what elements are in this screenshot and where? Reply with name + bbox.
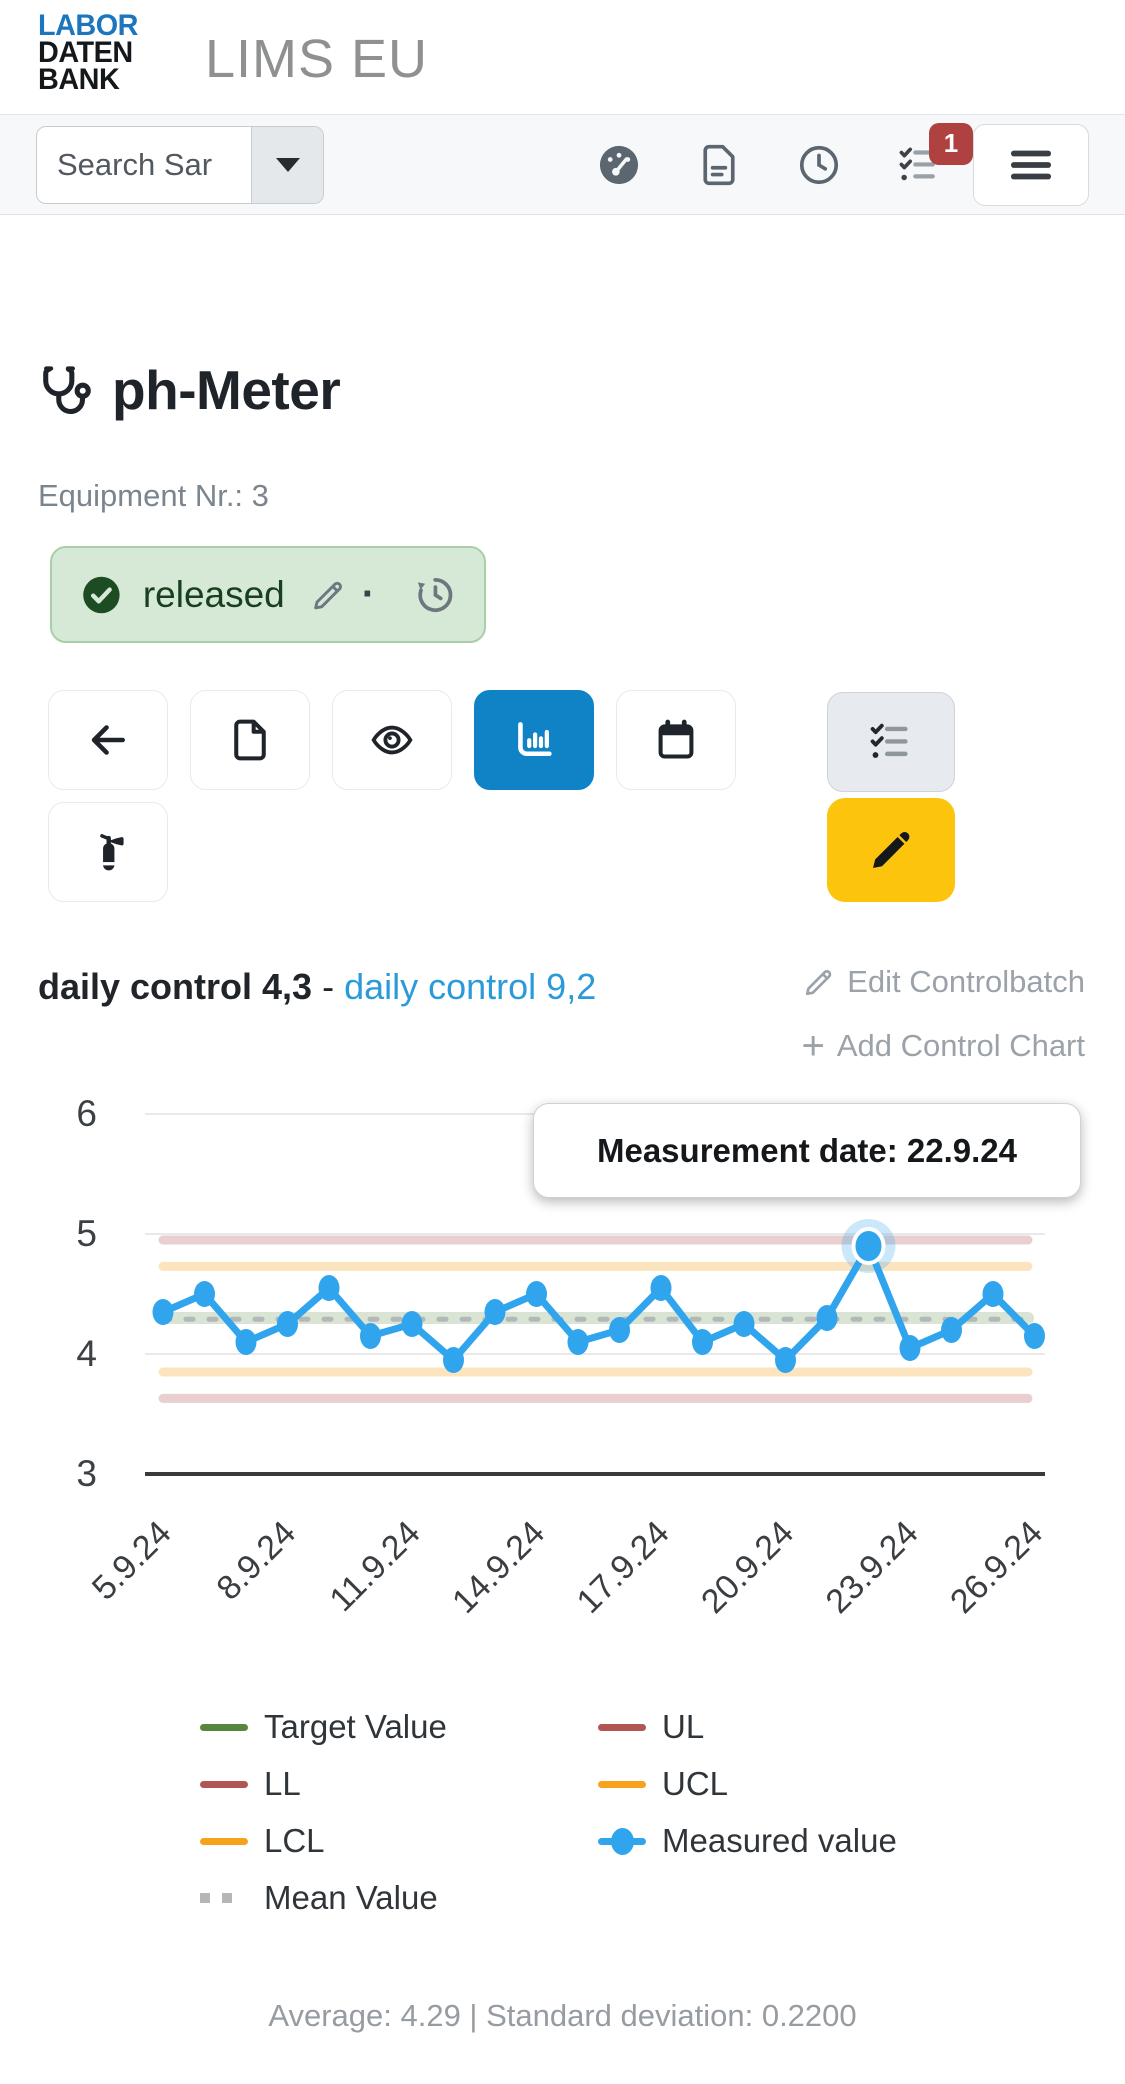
legend-item[interactable]: Mean Value [200, 1878, 447, 1918]
pencil-fill-icon [867, 826, 915, 874]
edit-controlbatch-label: Edit Controlbatch [847, 964, 1085, 1000]
legend-label: UCL [662, 1765, 728, 1803]
legend-item[interactable]: LL [200, 1764, 447, 1804]
caret-down-icon [276, 158, 300, 172]
legend-label: Measured value [662, 1822, 897, 1860]
app-header: LABOR DATEN BANK LIMS EU [0, 0, 1125, 115]
svg-text:3: 3 [76, 1453, 97, 1494]
view-button[interactable] [332, 690, 452, 790]
hamburger-icon [1007, 141, 1055, 189]
toolbar: 1 [0, 115, 1125, 215]
controlbatch-name: daily control 4,3 [38, 966, 312, 1007]
svg-text:5.9.24: 5.9.24 [85, 1514, 179, 1608]
back-button[interactable] [48, 690, 168, 790]
check-circle-icon [80, 573, 123, 617]
legend-column-2: UL UCL Measured value [598, 1707, 897, 1878]
legend-item[interactable]: LCL [200, 1821, 447, 1861]
action-button-row [48, 690, 736, 790]
chart-tooltip-text: Measurement date: 22.9.24 [597, 1132, 1017, 1170]
legend-label: Mean Value [264, 1879, 438, 1917]
edit-button[interactable] [827, 798, 955, 902]
status-badge: released · [50, 546, 486, 643]
equipment-number: Equipment Nr.: 3 [38, 478, 269, 514]
controlbatch-title: daily control 4,3 - daily control 9,2 [38, 966, 596, 1008]
document-icon[interactable] [697, 143, 741, 187]
page: LABOR DATEN BANK LIMS EU [0, 0, 1125, 2084]
fire-extinguisher-button[interactable] [48, 802, 168, 902]
legend-swatch [200, 1724, 248, 1731]
add-control-chart-link[interactable]: + Add Control Chart [802, 1024, 1085, 1068]
document-button[interactable] [190, 690, 310, 790]
pencil-icon [803, 966, 835, 998]
status-label: released [143, 574, 285, 616]
calendar-icon [654, 718, 698, 762]
legend-item[interactable]: Measured value [598, 1821, 897, 1861]
control-chart-button[interactable] [474, 690, 594, 790]
checklist-icon [868, 719, 914, 765]
page-title: ph-Meter [112, 358, 340, 422]
legend-swatch [200, 1838, 248, 1845]
controlbatch-separator: - [312, 966, 344, 1007]
svg-text:26.9.24: 26.9.24 [943, 1514, 1050, 1621]
chart-tooltip: Measurement date: 22.9.24 [533, 1103, 1081, 1198]
arrow-left-icon [86, 718, 130, 762]
chart-stats: Average: 4.29 | Standard deviation: 0.22… [0, 1998, 1125, 2034]
right-button-column [827, 692, 955, 902]
edit-controlbatch-link[interactable]: Edit Controlbatch [802, 960, 1085, 1004]
plus-icon: + [802, 1030, 825, 1062]
dashboard-gauge-icon[interactable] [597, 143, 641, 187]
logo-line-3: BANK [38, 66, 138, 93]
legend-label: LCL [264, 1822, 325, 1860]
controlbatch-actions: Edit Controlbatch + Add Control Chart [802, 960, 1085, 1068]
control-chart: 6 5 4 3 5.9.24 8.9.2411.9.2414.9.2417.9.2420.… [0, 1085, 1125, 1665]
app-title: LIMS EU [205, 28, 428, 90]
calendar-button[interactable] [616, 690, 736, 790]
notification-badge[interactable]: 1 [929, 123, 973, 165]
legend-label: Target Value [264, 1708, 447, 1746]
tasks-checklist-icon[interactable]: 1 [897, 143, 941, 187]
bar-chart-icon [512, 718, 556, 762]
legend-label: UL [662, 1708, 704, 1746]
search-group [36, 126, 324, 204]
legend-swatch [598, 1838, 646, 1845]
legend-item[interactable]: Target Value [200, 1707, 447, 1747]
svg-text:20.9.24: 20.9.24 [694, 1514, 801, 1621]
legend-item[interactable]: UCL [598, 1764, 897, 1804]
svg-text:17.9.24: 17.9.24 [570, 1514, 677, 1621]
svg-text:8.9.24: 8.9.24 [209, 1514, 303, 1608]
edit-status-pencil-icon[interactable] [311, 577, 346, 613]
legend-swatch [598, 1724, 646, 1731]
add-control-chart-label: Add Control Chart [837, 1028, 1085, 1064]
svg-text:4: 4 [76, 1333, 97, 1374]
search-dropdown-button[interactable] [251, 127, 323, 203]
controlbatch-link[interactable]: daily control 9,2 [344, 966, 596, 1007]
labordatenbank-logo: LABOR DATEN BANK [38, 12, 138, 93]
stethoscope-icon [38, 361, 96, 419]
legend-swatch [200, 1893, 248, 1903]
logo-line-2: DATEN [38, 39, 138, 66]
eye-icon [370, 718, 414, 762]
status-separator: · [362, 572, 375, 617]
legend-swatch [598, 1781, 646, 1788]
toolbar-icons: 1 [597, 143, 941, 187]
logo-line-1: LABOR [38, 12, 138, 39]
legend-column-1: Target Value LL LCL Mean Value [200, 1707, 447, 1935]
svg-text:11.9.24: 11.9.24 [322, 1514, 427, 1619]
search-input[interactable] [37, 127, 251, 203]
legend-label: LL [264, 1765, 301, 1803]
hamburger-menu-button[interactable] [973, 124, 1089, 206]
page-title-row: ph-Meter [38, 358, 340, 422]
svg-text:14.9.24: 14.9.24 [445, 1514, 552, 1621]
legend-swatch [200, 1781, 248, 1788]
svg-text:6: 6 [76, 1093, 97, 1134]
svg-text:23.9.24: 23.9.24 [819, 1514, 926, 1621]
file-icon [228, 718, 272, 762]
legend-item[interactable]: UL [598, 1707, 897, 1747]
clock-icon[interactable] [797, 143, 841, 187]
fire-extinguisher-icon [86, 830, 130, 874]
checklist-button[interactable] [827, 692, 955, 792]
history-icon[interactable] [415, 574, 456, 616]
svg-text:5: 5 [76, 1213, 97, 1254]
